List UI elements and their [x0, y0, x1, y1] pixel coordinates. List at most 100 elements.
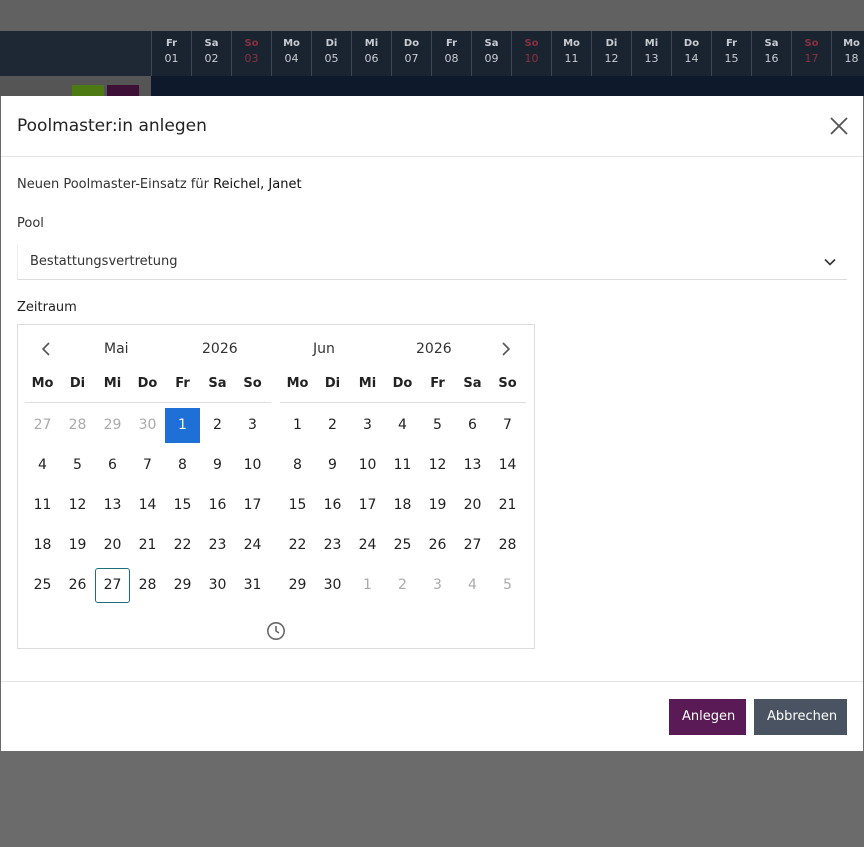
calendar-day[interactable]: 7 — [130, 448, 165, 483]
calendar-day[interactable]: 15 — [165, 488, 200, 523]
calendar-day[interactable]: 30 — [200, 568, 235, 603]
calendar-day[interactable]: 24 — [235, 528, 270, 563]
day-grid: 1 2 3 4 5 6 7 8 9 10 11 12 13 14 15 16 17 18 19 20 21 22 23 24 2… — [280, 408, 526, 608]
calendar-day[interactable]: 14 — [130, 488, 165, 523]
calendar-day[interactable]: 31 — [235, 568, 270, 603]
calendar-day[interactable]: 29 — [95, 408, 130, 443]
calendar-day[interactable]: 11 — [25, 488, 60, 523]
close-button[interactable] — [827, 114, 851, 138]
calendar-day[interactable]: 16 — [315, 488, 350, 523]
calendar-day[interactable]: 8 — [165, 448, 200, 483]
day-column-weekday: Di — [605, 38, 618, 49]
calendar-day[interactable]: 26 — [420, 528, 455, 563]
calendar-day[interactable]: 8 — [280, 448, 315, 483]
calendar-day[interactable]: 22 — [280, 528, 315, 563]
calendar-day[interactable]: 1 — [350, 568, 385, 603]
calendar-day[interactable]: 10 — [350, 448, 385, 483]
calendar-day[interactable]: 18 — [25, 528, 60, 563]
cancel-button[interactable]: Abbrechen — [754, 699, 847, 735]
calendar-day[interactable]: 29 — [165, 568, 200, 603]
calendar-day[interactable]: 22 — [165, 528, 200, 563]
calendar-day[interactable]: 19 — [420, 488, 455, 523]
calendar-day[interactable]: 11 — [385, 448, 420, 483]
calendar-day-today[interactable]: 27 — [95, 568, 130, 603]
calendar-day[interactable]: 12 — [60, 488, 95, 523]
calendar-day[interactable]: 2 — [315, 408, 350, 443]
weekday-label: Di — [324, 376, 341, 391]
calendar-day[interactable]: 9 — [200, 448, 235, 483]
weekday-label: Di — [69, 376, 86, 391]
dialog-header: Poolmaster:in anlegen — [1, 96, 863, 157]
calendar-day[interactable]: 19 — [60, 528, 95, 563]
weekday-label: Do — [392, 376, 413, 391]
day-column: Sa 02 — [191, 31, 231, 76]
calendar-day[interactable]: 16 — [200, 488, 235, 523]
calendar-day[interactable]: 2 — [200, 408, 235, 443]
year-name[interactable]: 2026 — [416, 341, 452, 357]
calendar-day[interactable]: 5 — [60, 448, 95, 483]
calendar-day[interactable]: 20 — [455, 488, 490, 523]
weekday-label: Do — [137, 376, 158, 391]
chevron-down-icon — [824, 258, 836, 266]
calendar-day[interactable]: 30 — [315, 568, 350, 603]
calendar-day[interactable]: 29 — [280, 568, 315, 603]
next-month-button[interactable] — [497, 339, 515, 359]
calendar-day[interactable]: 23 — [200, 528, 235, 563]
time-picker-toggle[interactable] — [266, 621, 286, 641]
calendar-day[interactable]: 12 — [420, 448, 455, 483]
calendar-day[interactable]: 7 — [490, 408, 525, 443]
calendar-day[interactable]: 20 — [95, 528, 130, 563]
calendar-day[interactable]: 6 — [455, 408, 490, 443]
calendar-day[interactable]: 27 — [25, 408, 60, 443]
calendar-day-selected[interactable]: 1 — [165, 408, 200, 443]
pool-select[interactable]: Bestattungsvertretung — [17, 244, 847, 280]
day-column-date: 09 — [484, 52, 499, 65]
calendar-day[interactable]: 13 — [455, 448, 490, 483]
calendar-week-row: 27 28 29 30 1 2 3 — [25, 408, 271, 448]
calendar-day[interactable]: 4 — [385, 408, 420, 443]
calendar-day[interactable]: 28 — [130, 568, 165, 603]
calendar-day[interactable]: 3 — [350, 408, 385, 443]
calendar-day[interactable]: 13 — [95, 488, 130, 523]
weekday-label: Fr — [430, 376, 445, 391]
calendar-day[interactable]: 3 — [235, 408, 270, 443]
calendar-day[interactable]: 26 — [60, 568, 95, 603]
day-column: Mo 04 — [271, 31, 311, 76]
calendar-day[interactable]: 21 — [490, 488, 525, 523]
calendar-day[interactable]: 14 — [490, 448, 525, 483]
calendar-day[interactable]: 5 — [490, 568, 525, 603]
calendar-day[interactable]: 28 — [490, 528, 525, 563]
calendar-day[interactable]: 17 — [235, 488, 270, 523]
calendar-day[interactable]: 10 — [235, 448, 270, 483]
calendar-day[interactable]: 3 — [420, 568, 455, 603]
calendar-day[interactable]: 2 — [385, 568, 420, 603]
intro-text: Neuen Poolmaster-Einsatz für — [17, 177, 214, 192]
calendar-week-row: 25 26 27 28 29 30 31 — [25, 568, 271, 608]
calendar-day[interactable]: 15 — [280, 488, 315, 523]
calendar-day[interactable]: 1 — [280, 408, 315, 443]
calendar-day[interactable]: 4 — [455, 568, 490, 603]
calendar-day[interactable]: 4 — [25, 448, 60, 483]
calendar-day[interactable]: 21 — [130, 528, 165, 563]
calendar-day[interactable]: 30 — [130, 408, 165, 443]
day-column-date: 15 — [724, 52, 739, 65]
day-column-date: 13 — [644, 52, 659, 65]
month-name[interactable]: Jun — [313, 341, 335, 357]
calendar-day[interactable]: 5 — [420, 408, 455, 443]
calendar-day[interactable]: 18 — [385, 488, 420, 523]
month-name[interactable]: Mai — [104, 341, 129, 357]
year-name[interactable]: 2026 — [202, 341, 238, 357]
day-grid: 27 28 29 30 1 2 3 4 5 6 7 8 9 10 11 12 13 14 15 16 17 18 19 20 2… — [25, 408, 271, 608]
calendar-day[interactable]: 24 — [350, 528, 385, 563]
previous-month-button[interactable] — [37, 339, 55, 359]
calendar-day[interactable]: 17 — [350, 488, 385, 523]
calendar-day[interactable]: 23 — [315, 528, 350, 563]
calendar-day[interactable]: 6 — [95, 448, 130, 483]
calendar-day[interactable]: 28 — [60, 408, 95, 443]
calendar-day[interactable]: 25 — [25, 568, 60, 603]
calendar-day[interactable]: 25 — [385, 528, 420, 563]
calendar-day[interactable]: 27 — [455, 528, 490, 563]
calendar-day[interactable]: 9 — [315, 448, 350, 483]
create-button[interactable]: Anlegen — [669, 699, 746, 735]
create-poolmaster-dialog: Poolmaster:in anlegen Neuen Poolmaster-E… — [1, 96, 863, 751]
